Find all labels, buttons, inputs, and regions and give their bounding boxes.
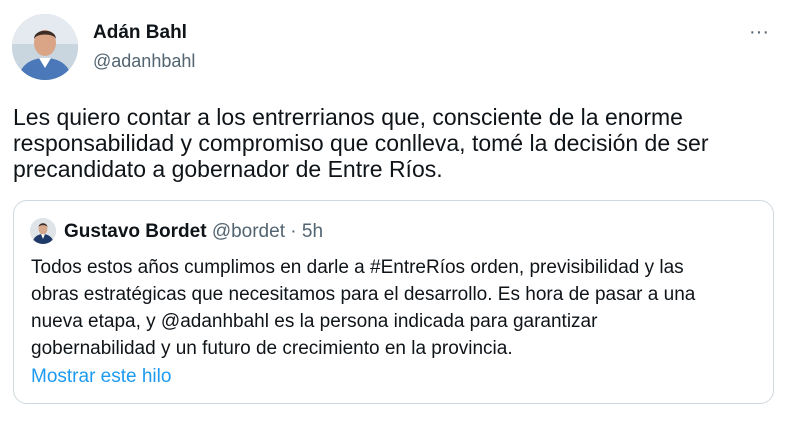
tweet-text: Les quiero contar a los entrerrianos que… xyxy=(13,104,753,182)
quoted-line: gobernabilidad y un futuro de crecimient… xyxy=(31,338,513,359)
quoted-author-handle: @bordet xyxy=(211,221,285,242)
tweet-line: Les quiero contar a los entrerrianos que… xyxy=(13,104,683,130)
avatar-image xyxy=(30,218,56,244)
show-thread-link[interactable]: Mostrar este hilo xyxy=(31,366,171,388)
separator-dot: · xyxy=(290,221,297,242)
avatar-image xyxy=(12,14,78,80)
author-name[interactable]: Adán Bahl xyxy=(93,22,187,44)
quoted-author-avatar xyxy=(30,218,56,244)
quoted-line: nueva etapa, y @adanhbahl es la persona … xyxy=(31,311,598,332)
quoted-timestamp: 5h xyxy=(301,221,324,242)
quoted-tweet-card[interactable]: Gustavo Bordet @bordet · 5h Todos estos … xyxy=(13,200,774,404)
quoted-header: Gustavo Bordet @bordet · 5h xyxy=(64,221,323,243)
more-options-icon[interactable]: ··· xyxy=(744,20,774,44)
quoted-tweet-text: Todos estos años cumplimos en darle a #E… xyxy=(31,254,761,362)
quoted-line: Todos estos años cumplimos en darle a #E… xyxy=(31,257,684,278)
tweet-line: precandidato a gobernador de Entre Ríos. xyxy=(13,156,443,182)
tweet-line: responsabilidad y compromiso que conllev… xyxy=(13,130,709,156)
quoted-line: obras estratégicas que necesitamos para … xyxy=(31,284,696,305)
quoted-author-name: Gustavo Bordet xyxy=(64,221,207,242)
author-avatar[interactable] xyxy=(12,14,78,80)
author-handle[interactable]: @adanhbahl xyxy=(93,51,195,72)
